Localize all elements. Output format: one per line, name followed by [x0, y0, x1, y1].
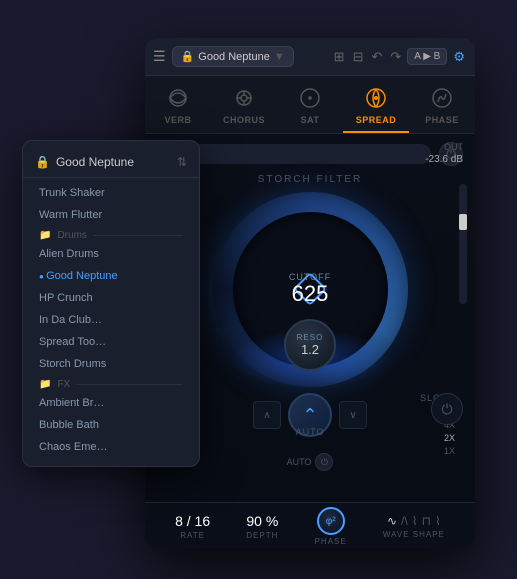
small-btn-bottom[interactable]: ∨ [339, 401, 367, 429]
tab-spread[interactable]: SPREAD [343, 76, 409, 133]
tab-spread-label: SPREAD [356, 115, 397, 125]
filter-label: STORCH FILTER [258, 174, 363, 185]
center-controls: ∧ ⌃ ∨ AUTO AUTO ⏻ [250, 393, 370, 471]
auto-area: AUTO AUTO ⏻ [287, 441, 334, 471]
tab-sat[interactable]: SAT [277, 76, 343, 133]
dropdown-item-storch-drums[interactable]: Storch Drums [23, 353, 199, 375]
small-btn-top[interactable]: ∧ [253, 401, 281, 429]
tab-verb-label: VERB [164, 115, 191, 125]
tab-bar: VERB CHORUS SAT [145, 76, 475, 134]
dropdown-section-drums: 📁 Drums [23, 226, 199, 243]
wave-saw[interactable]: ⌇ [412, 514, 418, 528]
auto-text: AUTO [287, 457, 312, 467]
auto-controls: AUTO ⏻ [287, 453, 334, 471]
cutoff-value: 625 [289, 282, 331, 306]
undo-icon[interactable]: ↶ [369, 47, 384, 67]
paste-icon[interactable]: ⊟ [351, 47, 366, 67]
tab-chorus[interactable]: CHORUS [211, 76, 277, 133]
tab-chorus-label: CHORUS [223, 115, 265, 125]
cutoff-display: CUTOFF 625 [289, 272, 331, 306]
section-label-drums: Drums [57, 230, 86, 241]
slope-2x[interactable]: 2X [444, 433, 455, 443]
tab-verb[interactable]: VERB [145, 76, 211, 133]
section-label-fx: FX [57, 379, 70, 390]
chevron-down-icon: ▼ [274, 51, 285, 63]
dropdown-arrows[interactable]: ⇅ [177, 155, 187, 169]
ab-button[interactable]: A ▶ B [407, 48, 447, 65]
phase-knob[interactable]: φ² [317, 507, 345, 535]
wave-sine[interactable]: ∿ [387, 514, 397, 528]
auto-label: AUTO [296, 427, 325, 437]
dropdown-title: 🔒 Good Neptune [35, 155, 134, 169]
dropdown-item-ambient-br[interactable]: Ambient Br… [23, 392, 199, 414]
wave-shape-label: WAVE SHAPE [383, 530, 445, 539]
preset-button[interactable]: 🔒 Good Neptune ▼ [172, 46, 294, 67]
dropdown-item-warm-flutter[interactable]: Warm Flutter [23, 204, 199, 226]
dropdown-header: 🔒 Good Neptune ⇅ [23, 149, 199, 178]
preset-name: Good Neptune [198, 51, 270, 63]
rate-value: 8 / 16 [175, 513, 210, 529]
menu-icon[interactable]: ☰ [153, 48, 166, 65]
dropdown-item-alien-drums[interactable]: Alien Drums [23, 243, 199, 265]
lock-icon-small: 🔒 [35, 155, 50, 169]
dropdown-item-good-neptune[interactable]: Good Neptune [23, 265, 199, 287]
wave-tri[interactable]: /\ [401, 514, 408, 528]
dropdown-section-fx: 📁 FX [23, 375, 199, 392]
reso-value: 1.2 [301, 342, 319, 357]
dropdown-item-trunk-shaker[interactable]: Trunk Shaker [23, 182, 199, 204]
dropdown-item-bubble-bath[interactable]: Bubble Bath [23, 414, 199, 436]
dropdown-preset-name: Good Neptune [56, 155, 134, 169]
preset-dropdown: 🔒 Good Neptune ⇅ Trunk Shaker Warm Flutt… [22, 140, 200, 467]
depth-param: 90 % DEPTH [246, 513, 278, 540]
phase-label: PHASE [315, 537, 347, 546]
rate-label: RATE [180, 531, 205, 540]
power-btn-right[interactable]: ⏻ [431, 393, 463, 425]
dropdown-item-spread-too[interactable]: Spread Too… [23, 331, 199, 353]
dropdown-item-hp-crunch[interactable]: HP Crunch [23, 287, 199, 309]
lock-icon: 🔒 [181, 50, 195, 63]
toolbar-icons: ⊞ ⊟ ↶ ↷ A ▶ B ⚙ [332, 47, 467, 67]
auto-power-btn[interactable]: ⏻ [315, 453, 333, 471]
controls-row: ⏻ OUT -23.6 dB [157, 142, 463, 166]
knob-area[interactable]: CUTOFF 625 RESO 1.2 [210, 189, 410, 389]
dropdown-item-in-da-club[interactable]: In Da Club… [23, 309, 199, 331]
dropdown-item-chaos-eme[interactable]: Chaos Eme… [23, 436, 199, 458]
tab-phase-label: PHASE [425, 115, 459, 125]
phase-param[interactable]: φ² PHASE [315, 507, 347, 546]
slope-1x[interactable]: 1X [444, 446, 455, 456]
out-label: OUT [444, 142, 463, 152]
out-slider-thumb [459, 214, 467, 230]
rate-param: 8 / 16 RATE [175, 513, 210, 540]
wave-shape-param: ∿ /\ ⌇ ⊓ ⌇ WAVE SHAPE [383, 514, 445, 539]
type-slope-area: TYPE — ∧ ∧ — ∧ ⌃ ∨ AUTO AUTO [157, 393, 463, 471]
depth-label: DEPTH [246, 531, 278, 540]
wave-shapes: ∿ /\ ⌇ ⊓ ⌇ [387, 514, 441, 528]
bottom-bar: 8 / 16 RATE 90 % DEPTH φ² PHASE ∿ /\ ⌇ ⊓… [145, 502, 475, 548]
copy-icon[interactable]: ⊞ [332, 47, 347, 67]
settings-icon[interactable]: ⚙ [451, 47, 467, 67]
folder-icon: 📁 [39, 230, 51, 241]
out-value: -23.6 dB [425, 154, 463, 165]
depth-value: 90 % [246, 513, 278, 529]
redo-icon[interactable]: ↷ [388, 47, 403, 67]
reso-label: RESO [297, 333, 324, 342]
wave-square[interactable]: ⊓ [422, 514, 431, 528]
tab-sat-label: SAT [301, 115, 320, 125]
out-slider[interactable] [459, 184, 467, 304]
top-bar: ☰ 🔒 Good Neptune ▼ ⊞ ⊟ ↶ ↷ A ▶ B ⚙ [145, 38, 475, 76]
tab-phase[interactable]: PHASE [409, 76, 475, 133]
folder-icon-fx: 📁 [39, 379, 51, 390]
reso-knob[interactable]: RESO 1.2 [284, 319, 336, 371]
wave-rand[interactable]: ⌇ [435, 514, 441, 528]
